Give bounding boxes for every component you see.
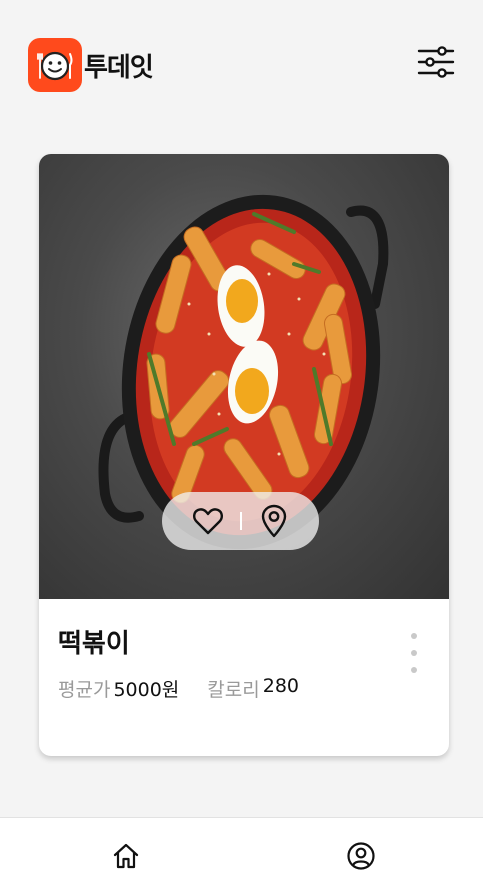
food-name: 떡볶이 (58, 629, 130, 659)
more-vertical-icon-dot (411, 667, 417, 673)
price-label: 평균가 (58, 679, 111, 701)
app-logo[interactable]: 투데잇 (28, 38, 154, 92)
meta-spacer (179, 675, 207, 702)
more-vertical-icon-dot (411, 650, 417, 656)
heart-icon (192, 508, 223, 535)
action-divider (239, 512, 242, 530)
nav-home-button[interactable] (108, 838, 144, 874)
more-vertical-icon (411, 633, 417, 639)
food-meta: 평균가 5000원 칼로리 280 (58, 675, 299, 702)
calorie-value: 280 (262, 675, 300, 697)
sliders-icon (417, 46, 455, 78)
price-value: 5000원 (113, 679, 180, 701)
card-info: 떡볶이 평균가 5000원 칼로리 280 (39, 599, 449, 756)
more-options-button[interactable] (403, 633, 425, 673)
app-header: 투데잇 (0, 0, 483, 130)
home-icon (113, 843, 139, 869)
tteokbokki-photo (39, 154, 449, 599)
map-pin-icon (261, 504, 286, 538)
food-card[interactable]: 떡볶이 평균가 5000원 칼로리 280 (39, 154, 449, 756)
calorie-label: 칼로리 (207, 679, 260, 701)
filter-button[interactable] (416, 44, 456, 80)
card-action-bar (162, 492, 319, 550)
like-button[interactable] (188, 501, 228, 541)
nav-profile-button[interactable] (343, 838, 379, 874)
app-name: 투데잇 (84, 52, 154, 83)
face-with-utensils-icon (28, 38, 82, 92)
bottom-navigation (0, 817, 483, 895)
location-button[interactable] (254, 501, 294, 541)
user-profile-icon (347, 842, 375, 870)
